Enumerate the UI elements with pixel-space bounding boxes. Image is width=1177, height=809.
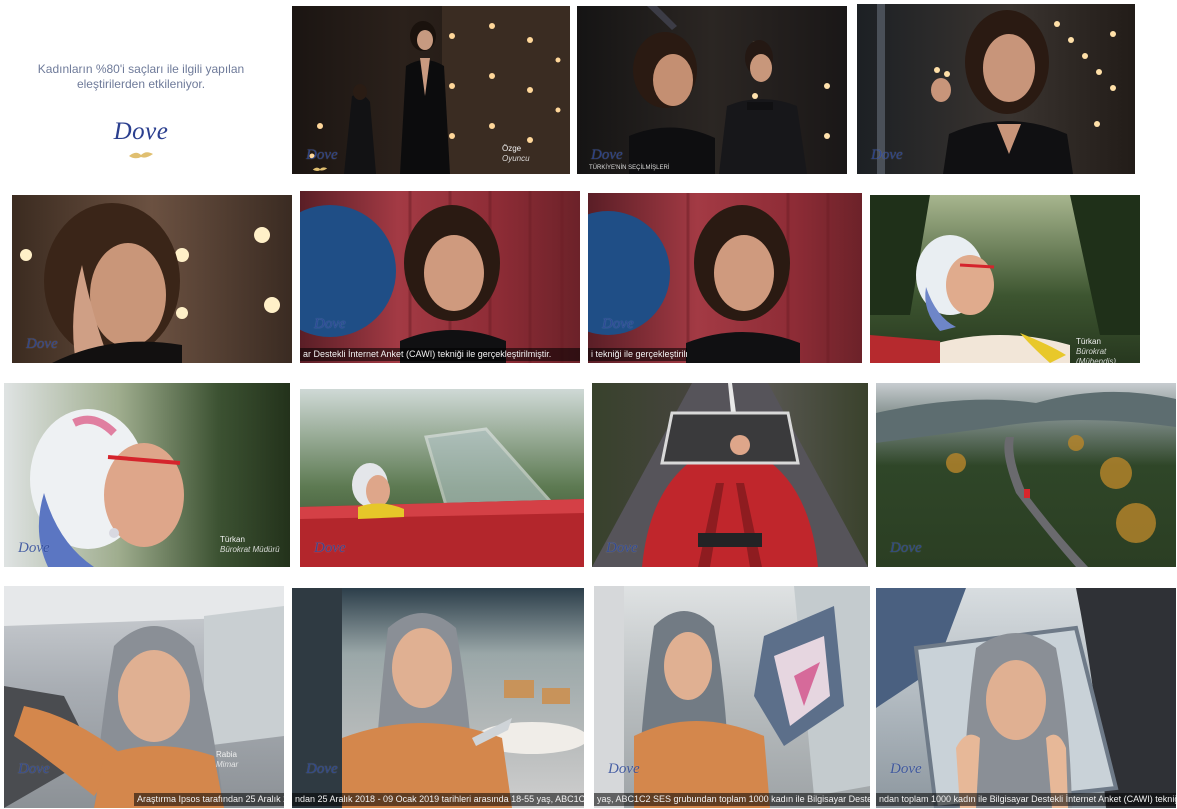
dove-bird-icon: [312, 167, 328, 171]
dove-watermark: Dove: [602, 316, 634, 332]
dove-watermark: Dove: [890, 540, 922, 556]
subtitle-bar: yaş, ABC1C2 SES grubundan toplam 1000 ka…: [594, 793, 870, 806]
subtitle-bar: Araştırma Ipsos tarafından 25 Aralık 201…: [134, 793, 284, 806]
frame-ozge-curtain-2: Dove i tekniği ile gerçekleştirilmiştir.: [588, 193, 862, 363]
dove-watermark: Dove: [306, 761, 338, 777]
subtitle-bar: ndan toplam 1000 kadın ile Bilgisayar De…: [876, 793, 1176, 806]
caption-turkan-2: Türkan Bürokrat Müdürü: [220, 535, 280, 555]
frame-rabia-mirror: Dove ndan toplam 1000 kadın ile Bilgisay…: [876, 588, 1176, 808]
subtitle-bar: i tekniği ile gerçekleştirilmiştir.: [588, 348, 687, 361]
frame-ozge-partner: Dove TÜRKİYE'NİN SEÇİLMİŞLERİ: [577, 6, 847, 174]
caption-role: Oyuncu: [502, 154, 530, 163]
caption-name: Rabia: [216, 750, 237, 759]
frame-aerial-road: Dove: [876, 383, 1176, 567]
frame-rabia-desk: Dove ndan 25 Aralık 2018 - 09 Ocak 2019 …: [292, 588, 584, 808]
intro-line-2: eleştirilerden etkileniyor.: [76, 77, 206, 91]
intro-card: Kadınların %80'i saçları ile ilgili yapı…: [0, 0, 282, 176]
frame-ozge-close: Dove: [857, 4, 1135, 174]
frame-turkan-close: Türkan Bürokrat Müdürü Dove: [4, 383, 290, 567]
caption-name: Türkan: [220, 535, 245, 544]
caption-rabia: Rabia Mimar: [216, 750, 238, 770]
intro-text: Kadınların %80'i saçları ile ilgili yapı…: [0, 62, 282, 92]
caption-role: Bürokrat (Mühendis): [1076, 347, 1117, 363]
dove-watermark: Dove: [26, 336, 58, 352]
dove-watermark: Dove: [314, 540, 346, 556]
dove-watermark: Dove: [871, 147, 903, 163]
dove-logo: Dove: [113, 118, 169, 145]
frame-art: [588, 193, 830, 363]
caption-turkan: Türkan Bürokrat (Mühendis): [1076, 337, 1140, 363]
dove-watermark: Dove: [608, 761, 640, 777]
frame-ozge-curtain-1: Dove ar Destekli İnternet Anket (CAWI) t…: [300, 191, 580, 363]
subtitle-bar: ar Destekli İnternet Anket (CAWI) tekniğ…: [300, 348, 580, 361]
frame-art: [300, 191, 564, 363]
subtitle-bar: ndan 25 Aralık 2018 - 09 Ocak 2019 tarih…: [292, 793, 584, 806]
dove-watermark: Dove: [18, 761, 50, 777]
frame-car-road: Dove: [592, 383, 868, 567]
frame-turkan-car: Türkan Bürokrat (Mühendis): [870, 195, 1140, 363]
frame-rabia-model: Dove yaş, ABC1C2 SES grubundan toplam 10…: [594, 586, 870, 808]
frame-ozge-stage: Özge Oyuncu Dove: [292, 6, 570, 174]
caption-name: Özge: [502, 144, 522, 153]
frame-turkan-convertible: Dove: [300, 389, 584, 567]
frame-rabia-office: Rabia Mimar Dove Araştırma Ipsos tarafın…: [4, 586, 284, 808]
dove-watermark: Dove: [306, 147, 338, 163]
intro-line-1: Kadınların %80'i saçları ile ilgili yapı…: [37, 62, 245, 76]
caption-role: Mimar: [216, 760, 239, 769]
dove-watermark: Dove: [314, 316, 346, 332]
tv-badge: TÜRKİYE'NİN SEÇİLMİŞLERİ: [589, 165, 670, 171]
dove-bird-icon: [129, 152, 153, 159]
dove-watermark: Dove: [591, 147, 623, 163]
frame-ozge-hair: Dove: [12, 195, 292, 363]
caption-ozge: Özge Oyuncu: [502, 144, 530, 164]
dove-watermark: Dove: [890, 761, 922, 777]
caption-name: Türkan: [1076, 337, 1101, 346]
dove-watermark: Dove: [606, 540, 638, 556]
dove-watermark: Dove: [18, 540, 50, 556]
caption-role: Bürokrat Müdürü: [220, 545, 280, 554]
